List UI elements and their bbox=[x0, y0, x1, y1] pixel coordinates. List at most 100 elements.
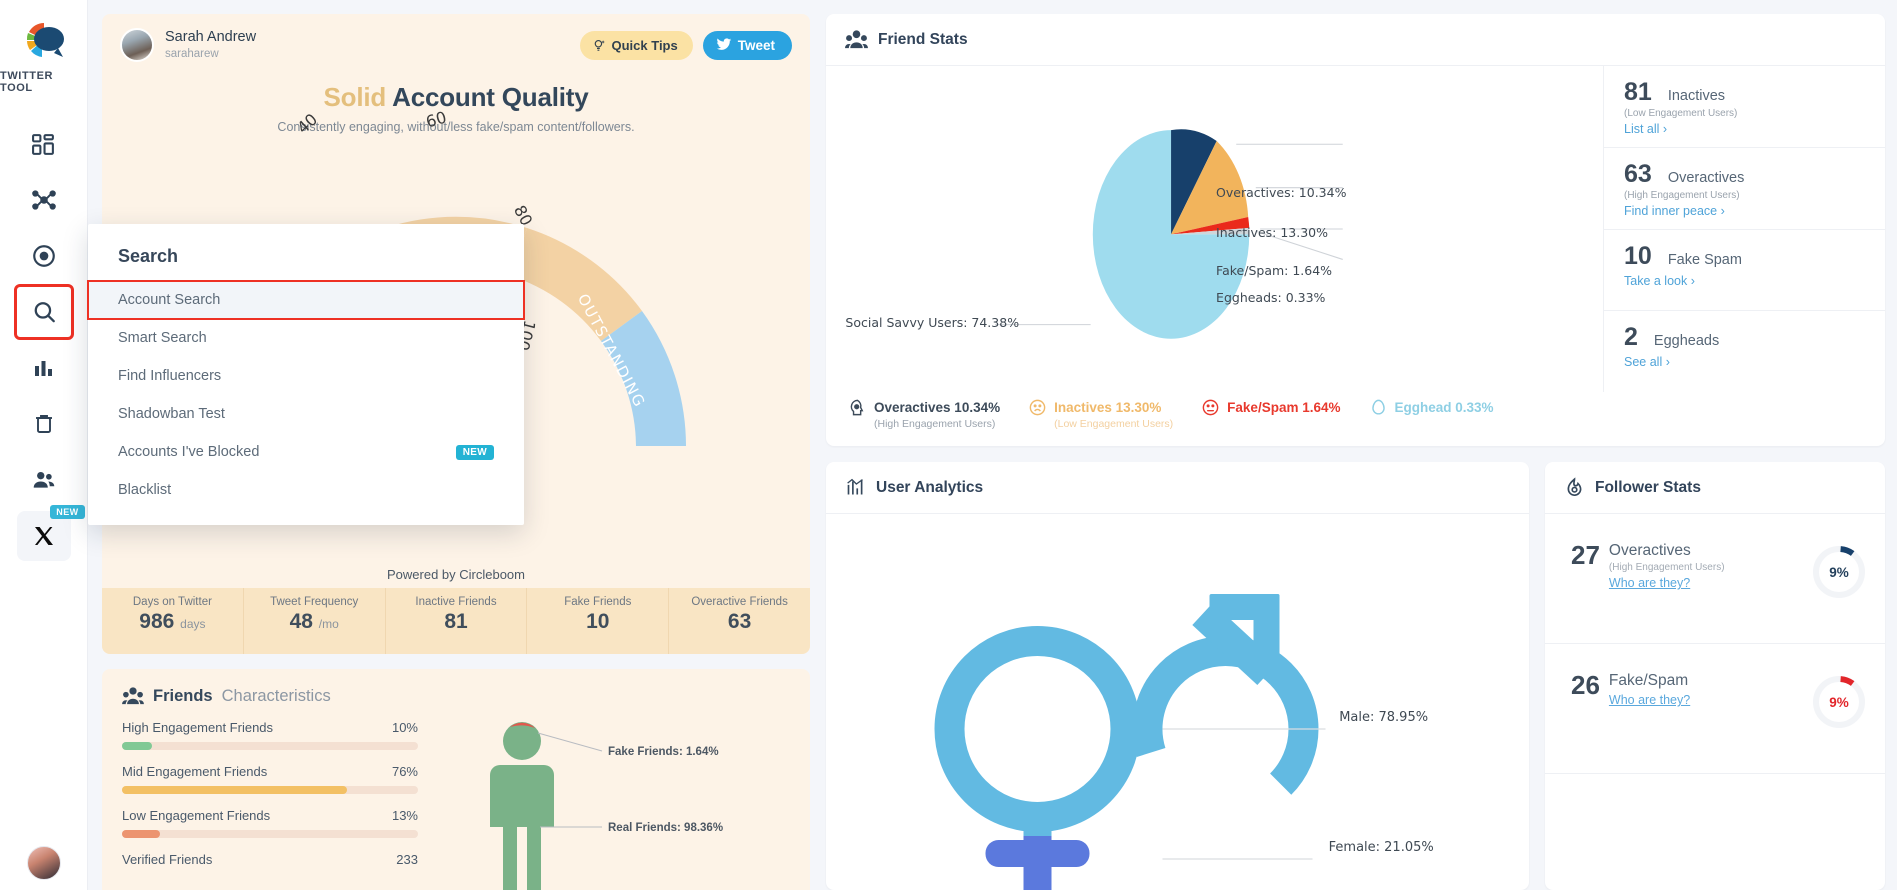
side-sub: (High Engagement Users) bbox=[1624, 189, 1740, 201]
network-icon bbox=[31, 190, 56, 210]
pie-label-overactives: Overactives: 10.34% bbox=[1216, 184, 1347, 200]
side-top: 10 Fake Spam bbox=[1624, 242, 1865, 271]
friend-stats-card: Friend Stats Overactives: 10.34% Inactiv… bbox=[826, 14, 1885, 446]
bottom-row: User Analytics Male: 78.95% Female: 21.0… bbox=[826, 462, 1885, 890]
stat-value: 10 bbox=[527, 610, 668, 634]
profile-names: Sarah Andrew saraharew bbox=[165, 29, 256, 62]
sidebar-item-users[interactable] bbox=[17, 455, 71, 505]
sidebar-item-network[interactable] bbox=[17, 175, 71, 225]
legend-item-egghead: Egghead 0.33% bbox=[1369, 398, 1494, 430]
user-analytics-card: User Analytics Male: 78.95% Female: 21.0… bbox=[826, 462, 1529, 890]
friend-stats-pie-chart: Overactives: 10.34% Inactives: 13.30% Fa… bbox=[826, 66, 1603, 392]
side-link-label: Find inner peace bbox=[1624, 203, 1718, 218]
side-link-see-all[interactable]: See all › bbox=[1624, 355, 1865, 369]
stat-value: 986 days bbox=[102, 610, 243, 634]
follower-item-overactives: 27 Overactives (High Engagement Users) W… bbox=[1545, 514, 1885, 644]
female-percent-label: Female: 21.05% bbox=[1328, 839, 1434, 855]
stat-fake-friends: Fake Friends 10 bbox=[527, 588, 670, 654]
side-value: 2 bbox=[1624, 323, 1638, 352]
quick-tips-label: Quick Tips bbox=[611, 37, 678, 53]
menu-item-new-badge: NEW bbox=[455, 444, 494, 460]
bar-track bbox=[122, 830, 418, 838]
app-root: TWITTER TOOL NEW Sarah Andrew saraharew … bbox=[0, 0, 1897, 890]
side-value: 10 bbox=[1624, 241, 1652, 270]
gender-chart: Male: 78.95% Female: 21.05% bbox=[826, 514, 1529, 890]
search-dropdown: Search Account Search Smart Search Find … bbox=[87, 224, 525, 525]
stat-value: 81 bbox=[386, 610, 527, 634]
sidebar-nav: NEW bbox=[0, 116, 87, 564]
stat-overactive-friends: Overactive Friends 63 bbox=[669, 588, 810, 654]
friend-stats-title: Friend Stats bbox=[878, 30, 968, 48]
sidebar-item-delete[interactable] bbox=[17, 399, 71, 449]
side-link-list-all[interactable]: List all › bbox=[1624, 122, 1865, 136]
sidebar-item-x[interactable]: NEW bbox=[16, 505, 85, 561]
menu-item-label: Smart Search bbox=[118, 330, 207, 346]
profile-actions: Quick Tips Tweet bbox=[579, 30, 792, 60]
sidebar-item-target[interactable] bbox=[17, 231, 71, 281]
brand-name: TWITTER TOOL bbox=[0, 70, 54, 94]
menu-item-accounts-ive-blocked[interactable]: Accounts I've Blocked NEW bbox=[88, 433, 524, 471]
friends-icon bbox=[845, 30, 868, 49]
legend-label: Egghead 0.33% bbox=[1394, 400, 1494, 415]
legend-main: Egghead 0.33% bbox=[1369, 398, 1494, 417]
legend-item-overactives: Overactives 10.34% (High Engagement User… bbox=[848, 398, 1000, 430]
donut-percent: 9% bbox=[1829, 564, 1849, 580]
bar-top: Low Engagement Friends 13% bbox=[122, 808, 418, 823]
bar-track bbox=[122, 742, 418, 750]
bar-fill bbox=[122, 830, 161, 838]
friends-figure: Fake Friends: 1.64% Real Friends: 98.36% bbox=[490, 715, 790, 890]
bar-row-low-engagement: Low Engagement Friends 13% bbox=[122, 808, 418, 838]
user-analytics-title: User Analytics bbox=[876, 478, 984, 496]
stat-unit: /mo bbox=[318, 617, 339, 631]
pie-svg bbox=[994, 129, 1343, 339]
bar-label: High Engagement Friends bbox=[122, 720, 274, 735]
side-link-find-inner-peace[interactable]: Find inner peace › bbox=[1624, 204, 1865, 218]
sidebar: TWITTER TOOL NEW bbox=[0, 0, 88, 890]
bar-chart-icon bbox=[34, 361, 52, 376]
avatar[interactable] bbox=[26, 846, 61, 880]
lightbulb-icon bbox=[594, 39, 605, 51]
male-percent-label: Male: 78.95% bbox=[1339, 709, 1429, 725]
menu-item-blacklist[interactable]: Blacklist bbox=[88, 471, 524, 509]
friend-stats-header: Friend Stats bbox=[826, 14, 1885, 66]
x-logo-icon bbox=[34, 527, 53, 545]
side-item-eggheads: 2 Eggheads See all › bbox=[1604, 311, 1885, 392]
friends-characteristics-card: Friends Characteristics High Engagement … bbox=[102, 669, 810, 890]
bar-value: 76% bbox=[391, 764, 418, 779]
follower-text-block: Fake/Spam Who are they? bbox=[1609, 672, 1690, 707]
follower-link-who-are-they[interactable]: Who are they? bbox=[1609, 576, 1725, 590]
side-item-inactives: 81 Inactives (Low Engagement Users) List… bbox=[1604, 66, 1885, 148]
stat-number: 48 bbox=[289, 610, 313, 633]
follower-text-block: Overactives (High Engagement Users) Who … bbox=[1609, 542, 1725, 590]
people-icon bbox=[33, 471, 54, 488]
egg-icon bbox=[1371, 399, 1385, 415]
twitter-bird-icon bbox=[716, 38, 732, 50]
stat-label: Inactive Friends bbox=[415, 596, 497, 608]
follower-label: Overactives bbox=[1608, 542, 1691, 559]
sidebar-item-dashboard[interactable] bbox=[17, 119, 71, 169]
profile-avatar[interactable] bbox=[120, 28, 154, 62]
quick-tips-button[interactable]: Quick Tips bbox=[579, 30, 693, 60]
sidebar-item-analytics[interactable] bbox=[17, 343, 71, 393]
tweet-button[interactable]: Tweet bbox=[702, 30, 792, 60]
logo-icon bbox=[18, 14, 70, 66]
frown-face-icon bbox=[1202, 399, 1219, 416]
person-icon: Fake Friends: 1.64% Real Friends: 98.36% bbox=[490, 722, 723, 890]
friend-stats-legend: Overactives 10.34% (High Engagement User… bbox=[826, 392, 1885, 446]
legend-item-inactives: Inactives 13.30% (Low Engagement Users) bbox=[1028, 398, 1173, 430]
characteristics-title-light: Characteristics bbox=[221, 686, 331, 705]
stat-value: 63 bbox=[669, 610, 810, 634]
follower-link-who-are-they[interactable]: Who are they? bbox=[1609, 693, 1690, 707]
stat-label: Fake Friends bbox=[564, 596, 632, 608]
menu-item-find-influencers[interactable]: Find Influencers bbox=[88, 357, 524, 395]
side-link-take-a-look[interactable]: Take a look › bbox=[1624, 274, 1865, 288]
stat-label: Tweet Frequency bbox=[270, 596, 359, 608]
menu-item-shadowban-test[interactable]: Shadowban Test bbox=[88, 395, 524, 433]
menu-item-smart-search[interactable]: Smart Search bbox=[88, 319, 524, 357]
follower-donut-fake-spam: 9% bbox=[1811, 674, 1867, 730]
brand-logo[interactable]: TWITTER TOOL bbox=[0, 14, 87, 94]
follower-donut-overactives: 9% bbox=[1811, 544, 1867, 600]
menu-item-label: Blacklist bbox=[118, 482, 172, 498]
menu-item-account-search[interactable]: Account Search bbox=[87, 280, 525, 320]
sidebar-item-search[interactable] bbox=[13, 284, 74, 340]
